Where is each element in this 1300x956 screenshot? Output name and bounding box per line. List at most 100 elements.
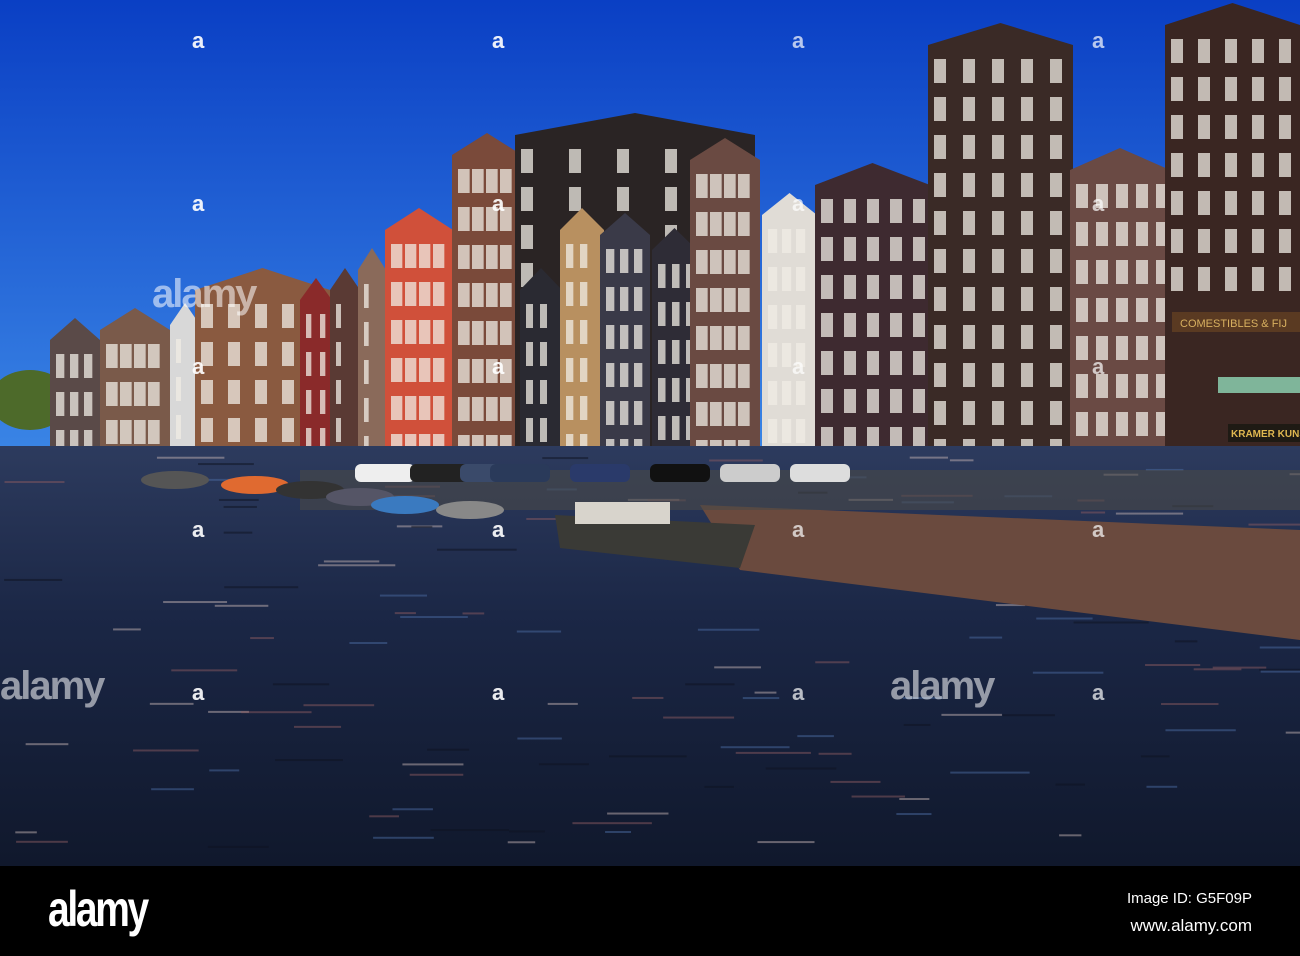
window	[521, 149, 533, 173]
window	[1096, 298, 1108, 322]
window	[201, 418, 213, 442]
window	[419, 282, 430, 306]
window	[1021, 249, 1033, 273]
ripple	[373, 837, 434, 839]
window	[1279, 267, 1291, 291]
footer-bar: alamy Image ID: G5F09P www.alamy.com	[0, 866, 1300, 956]
window	[566, 282, 573, 306]
ripple	[1161, 703, 1218, 705]
ripple	[250, 637, 274, 639]
window	[934, 97, 946, 121]
window	[1050, 249, 1062, 273]
window	[934, 325, 946, 349]
window	[364, 322, 369, 346]
window	[458, 207, 470, 231]
watermark-mark: a	[192, 28, 204, 54]
window	[992, 325, 1004, 349]
window	[1096, 260, 1108, 284]
ripple	[755, 692, 777, 694]
window	[566, 320, 573, 344]
window	[634, 363, 642, 387]
window	[768, 229, 777, 253]
window	[405, 358, 416, 382]
window	[526, 342, 533, 366]
window	[1171, 39, 1183, 63]
window	[472, 359, 484, 383]
car	[790, 464, 850, 482]
window	[672, 264, 680, 288]
window	[796, 305, 805, 329]
window	[796, 381, 805, 405]
window	[56, 392, 64, 416]
window	[768, 343, 777, 367]
window	[913, 313, 925, 337]
window	[364, 284, 369, 308]
window	[724, 288, 736, 312]
window	[148, 420, 160, 444]
window	[710, 212, 722, 236]
ripple	[209, 769, 239, 771]
window	[458, 397, 470, 421]
window	[913, 275, 925, 299]
window	[867, 275, 879, 299]
watermark-mark: a	[792, 354, 804, 380]
website-link[interactable]: www.alamy.com	[1130, 916, 1252, 936]
window	[433, 396, 444, 420]
window	[934, 135, 946, 159]
ripple	[1003, 714, 1055, 716]
window	[391, 320, 402, 344]
watermark-mark: a	[192, 680, 204, 706]
ripple	[548, 703, 578, 705]
ripple	[171, 669, 237, 671]
window	[106, 382, 118, 406]
boat	[371, 496, 439, 514]
watermark-mark: a	[492, 354, 504, 380]
window	[176, 377, 181, 401]
window	[228, 380, 240, 404]
window	[282, 304, 294, 328]
ripple	[605, 831, 631, 833]
window	[617, 149, 629, 173]
window	[458, 283, 470, 307]
window	[963, 287, 975, 311]
ripple	[15, 831, 37, 833]
window	[867, 237, 879, 261]
window	[710, 364, 722, 388]
window	[106, 420, 118, 444]
window	[1225, 229, 1237, 253]
window	[1171, 229, 1183, 253]
ripple	[1286, 732, 1300, 734]
ripple	[215, 605, 269, 607]
window	[433, 320, 444, 344]
window	[992, 135, 1004, 159]
window	[620, 401, 628, 425]
window	[1050, 211, 1062, 235]
window	[738, 288, 750, 312]
window	[1252, 229, 1264, 253]
window	[634, 249, 642, 273]
window	[963, 363, 975, 387]
window	[526, 380, 533, 404]
window	[500, 283, 512, 307]
window	[1116, 260, 1128, 284]
window	[106, 344, 118, 368]
window	[486, 321, 498, 345]
car	[720, 464, 780, 482]
ripple	[1056, 784, 1085, 786]
window	[320, 352, 325, 376]
window	[844, 389, 856, 413]
window	[540, 342, 547, 366]
window	[696, 364, 708, 388]
window	[84, 354, 92, 378]
window	[1116, 222, 1128, 246]
window	[890, 275, 902, 299]
window	[724, 250, 736, 274]
window	[796, 419, 805, 443]
window	[405, 320, 416, 344]
window	[890, 199, 902, 223]
window	[634, 287, 642, 311]
window	[228, 418, 240, 442]
canal-photo: COMESTIBLES & FIJ KRAMER KUNST	[0, 0, 1300, 866]
window	[1198, 153, 1210, 177]
window	[521, 187, 533, 211]
